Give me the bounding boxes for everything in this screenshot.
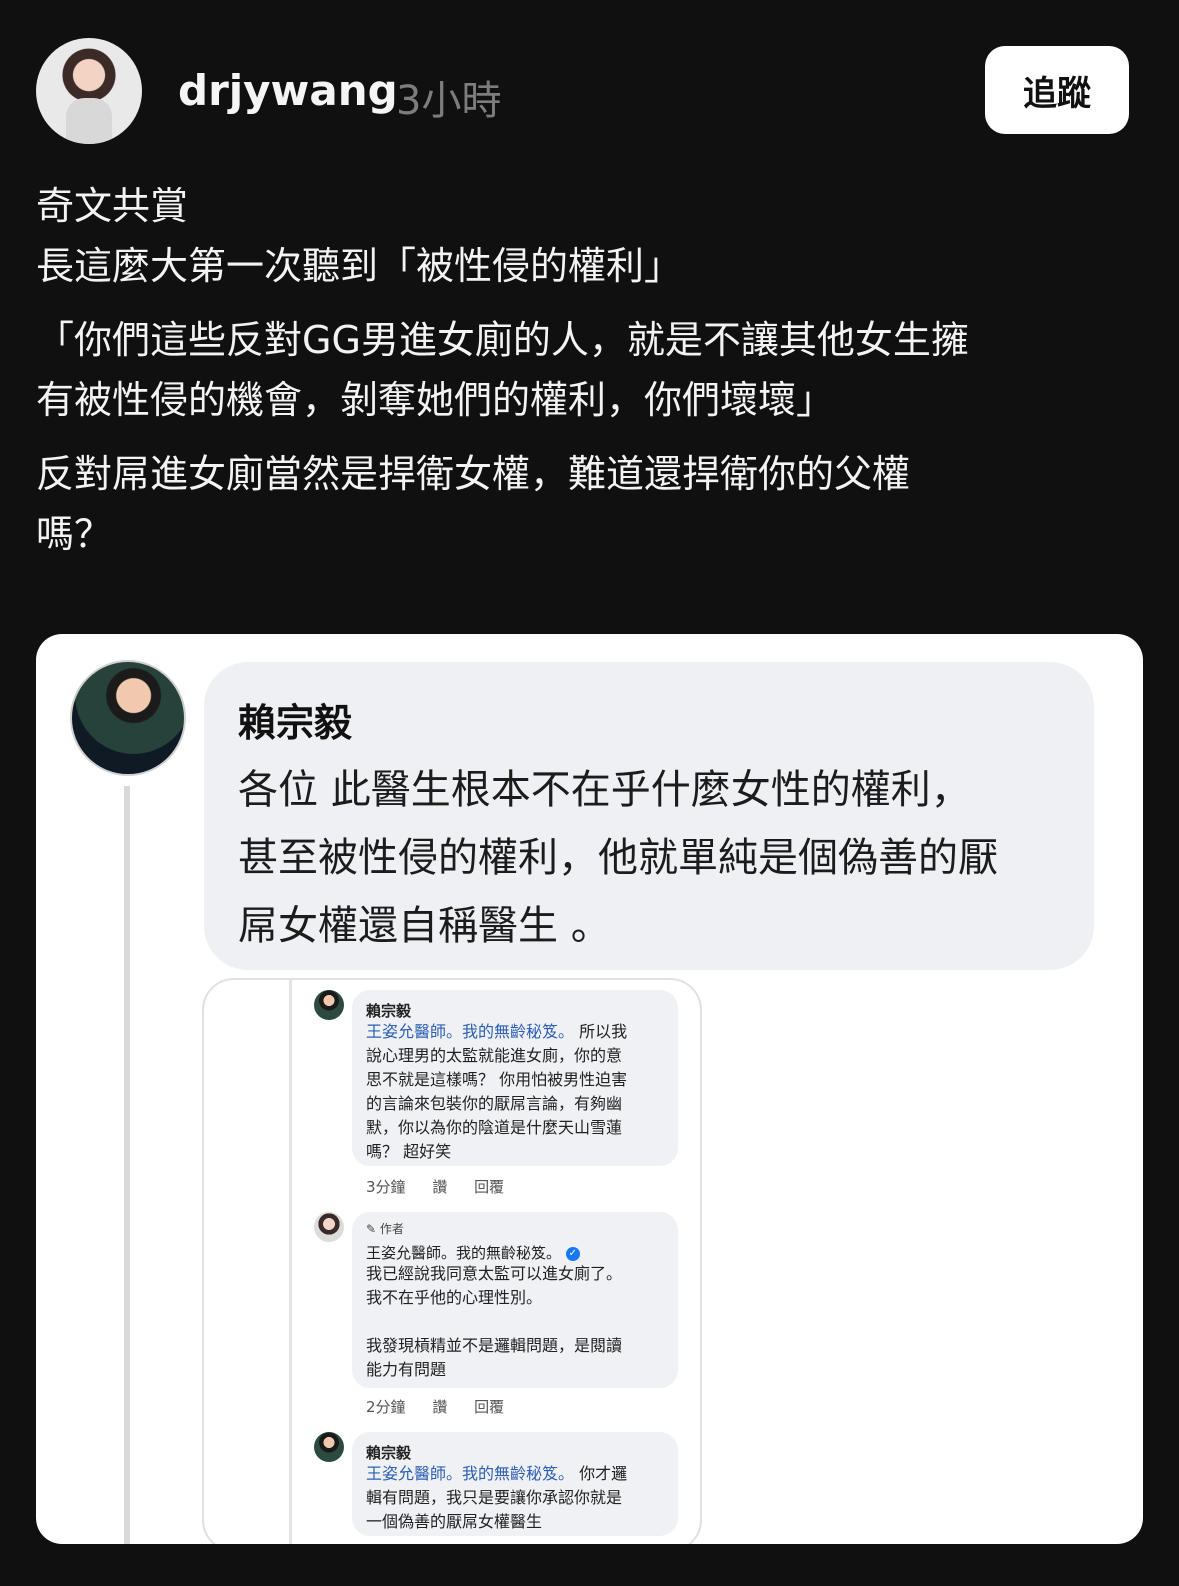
comment-bubble: ✎ 作者 王姿允醫師。我的無齡秘笈。 ✓ 我已經說我同意太監可以進女廁了。 我不… <box>352 1212 678 1388</box>
post-line: 長這麼大第一次聽到「被性侵的權利」 <box>36 244 683 288</box>
comment-meta: 2分鐘 讚 回覆 <box>366 1398 505 1416</box>
quoted-line: 屌女權還自稱醫生 。 <box>238 903 611 949</box>
post-line: 「你們這些反對GG男進女廁的人，就是不讓其他女生擁 <box>36 318 969 362</box>
verified-icon: ✓ <box>565 1246 580 1261</box>
comment-meta: 3分鐘 讚 回覆 <box>366 1178 505 1196</box>
quoted-avatar <box>70 660 186 776</box>
reply-link: 回覆 <box>474 1178 505 1196</box>
author-tag: ✎ 作者 <box>366 1222 404 1236</box>
author-username[interactable]: drjywang <box>178 66 398 115</box>
comment-mention: 王姿允醫師。我的無齡秘笈。 <box>366 1022 575 1041</box>
comment-mention: 王姿允醫師。我的無齡秘笈。 <box>366 1464 575 1483</box>
comment-name: 賴宗毅 <box>366 1002 412 1020</box>
comment-name: 王姿允醫師。我的無齡秘笈。 <box>366 1244 562 1262</box>
post-time: 3小時 <box>396 78 502 124</box>
post-header: drjywang 3小時 追蹤 <box>36 38 1143 148</box>
quoted-comment-name: 賴宗毅 <box>238 701 353 745</box>
post-line: 反對屌進女廁當然是捍衛女權，難道還捍衛你的父權 <box>36 452 911 496</box>
quoted-line: 各位 此醫生根本不在乎什麼女性的權利， <box>238 767 971 813</box>
quoted-comment-bubble: 賴宗毅 各位 此醫生根本不在乎什麼女性的權利， 甚至被性侵的權利，他就單純是個偽… <box>204 662 1094 970</box>
comment-avatar <box>314 990 344 1020</box>
quoted-comment-text: 各位 此醫生根本不在乎什麼女性的權利， 甚至被性侵的權利，他就單純是個偽善的厭 … <box>238 756 1078 960</box>
comment-text: 我已經說我同意太監可以進女廁了。 我不在乎他的心理性別。 我發現槓精並不是邏輯問… <box>366 1264 623 1379</box>
comment-bubble: 賴宗毅 王姿允醫師。我的無齡秘笈。 所以我 說心理男的太監就能進女廁，你的意 思… <box>352 990 678 1166</box>
reply-thread-line <box>289 980 292 1544</box>
follow-button[interactable]: 追蹤 <box>985 46 1129 134</box>
post-body: 奇文共賞 長這麼大第一次聽到「被性侵的權利」 「你們這些反對GG男進女廁的人，就… <box>36 176 1146 564</box>
comment-bubble: 賴宗毅 王姿允醫師。我的無齡秘笈。 你才邏 輯有問題，我只是要讓你承認你就是 一… <box>352 1432 678 1536</box>
thread-line <box>124 786 130 1544</box>
post-line: 嗎？ <box>36 512 113 556</box>
like-link: 讚 <box>432 1398 448 1416</box>
comment-avatar <box>314 1212 344 1242</box>
author-avatar[interactable] <box>36 38 142 144</box>
post-image[interactable]: 賴宗毅 各位 此醫生根本不在乎什麼女性的權利， 甚至被性侵的權利，他就單純是個偽… <box>36 634 1143 1544</box>
post-line: 奇文共賞 <box>36 184 189 228</box>
comment-name: 賴宗毅 <box>366 1444 412 1462</box>
post-line: 有被性侵的機會，剝奪她們的權利，你們壞壞」 <box>36 378 835 422</box>
comment-text: 王姿允醫師。我的無齡秘笈。 所以我 說心理男的太監就能進女廁，你的意 思不就是這… <box>366 1022 628 1161</box>
like-link: 讚 <box>432 1178 448 1196</box>
comment-avatar <box>314 1432 344 1462</box>
reply-link: 回覆 <box>474 1398 505 1416</box>
embedded-screenshot: 賴宗毅 王姿允醫師。我的無齡秘笈。 所以我 說心理男的太監就能進女廁，你的意 思… <box>202 978 702 1544</box>
quoted-line: 甚至被性侵的權利，他就單純是個偽善的厭 <box>238 835 998 881</box>
comment-text: 王姿允醫師。我的無齡秘笈。 你才邏 輯有問題，我只是要讓你承認你就是 一個偽善的… <box>366 1464 628 1531</box>
